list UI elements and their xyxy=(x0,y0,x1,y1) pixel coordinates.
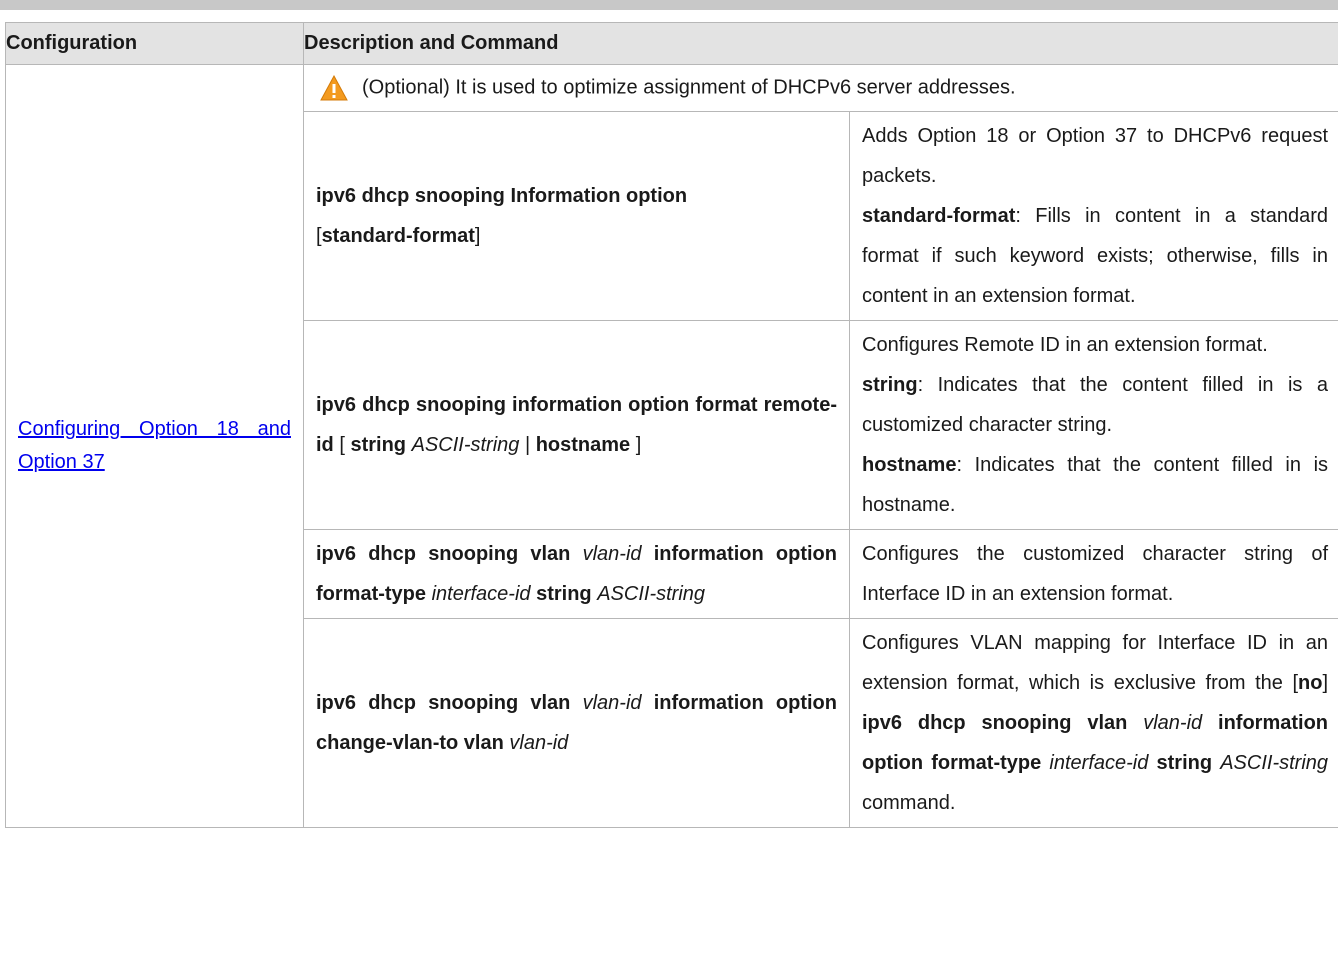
argument: vlan-id xyxy=(1143,712,1203,734)
keyword: standard-format xyxy=(862,205,1016,227)
keyword: no xyxy=(1298,672,1323,694)
command-keyword: ipv6 dhcp snooping vlan xyxy=(316,692,571,714)
description-cell: Configures Remote ID in an extension for… xyxy=(848,320,1338,530)
header-configuration: Configuration xyxy=(5,22,304,65)
description-text: command. xyxy=(862,792,956,814)
command-cell: ipv6 dhcp snooping vlan vlan-id informat… xyxy=(303,618,850,828)
command-cell: ipv6 dhcp snooping vlan vlan-id informat… xyxy=(303,529,850,619)
description-text: : Indicates that the content filled in i… xyxy=(862,374,1329,436)
command-cell: ipv6 dhcp snooping information option fo… xyxy=(303,320,850,530)
top-divider-bar xyxy=(0,0,1338,10)
configuring-option-link[interactable]: Configuring Option 18 and Option 37 xyxy=(18,413,291,479)
description-cell: Adds Option 18 or Option 37 to DHCPv6 re… xyxy=(848,111,1338,321)
warning-icon xyxy=(320,75,348,101)
command-argument: ASCII-string xyxy=(411,434,520,456)
command-keyword: string xyxy=(536,583,592,605)
argument: interface-id xyxy=(1049,752,1149,774)
description-text: Configures VLAN mapping for Interface ID… xyxy=(862,632,1329,694)
optional-note: (Optional) It is used to optimize assign… xyxy=(302,64,1338,112)
command-keyword: standard-format xyxy=(321,225,475,247)
command-argument: vlan-id xyxy=(582,543,642,565)
table-header-row: Configuration Description and Command xyxy=(5,22,1338,65)
description-cell: Configures VLAN mapping for Interface ID… xyxy=(848,618,1338,828)
keyword: hostname xyxy=(862,454,957,476)
separator: | xyxy=(519,434,536,456)
bracket: ] xyxy=(474,225,481,247)
keyword: string xyxy=(862,374,918,396)
header-description-and-command: Description and Command xyxy=(302,22,1338,65)
description-text: Configures the customized character stri… xyxy=(862,543,1329,605)
command-argument: ASCII-string xyxy=(597,583,706,605)
description-text: Configures Remote ID in an extension for… xyxy=(862,334,1268,356)
command-keyword: string xyxy=(350,434,407,456)
command-cell: ipv6 dhcp snooping Information option [s… xyxy=(303,111,850,321)
command-keyword: ipv6 dhcp snooping Information option xyxy=(316,185,688,207)
description-text: Adds Option 18 or Option 37 to DHCPv6 re… xyxy=(862,125,1329,187)
bracket: ] xyxy=(630,434,642,456)
note-text: (Optional) It is used to optimize assign… xyxy=(362,76,1016,99)
configuration-table: Configuration Description and Command Co… xyxy=(5,22,1338,828)
description-text: ] xyxy=(1322,672,1329,694)
description-cell: Configures the customized character stri… xyxy=(848,529,1338,619)
bracket: [ xyxy=(333,434,351,456)
command-argument: vlan-id xyxy=(509,732,569,754)
keyword: ipv6 dhcp snooping vlan xyxy=(862,712,1128,734)
table-row: Configuring Option 18 and Option 37 (Opt… xyxy=(5,64,1338,828)
configuration-cell: Configuring Option 18 and Option 37 xyxy=(5,64,304,828)
command-keyword: ipv6 dhcp snooping vlan xyxy=(316,543,571,565)
command-keyword: hostname xyxy=(535,434,631,456)
command-argument: interface-id xyxy=(431,583,531,605)
argument: ASCII-string xyxy=(1220,752,1329,774)
keyword: string xyxy=(1156,752,1213,774)
command-argument: vlan-id xyxy=(582,692,642,714)
